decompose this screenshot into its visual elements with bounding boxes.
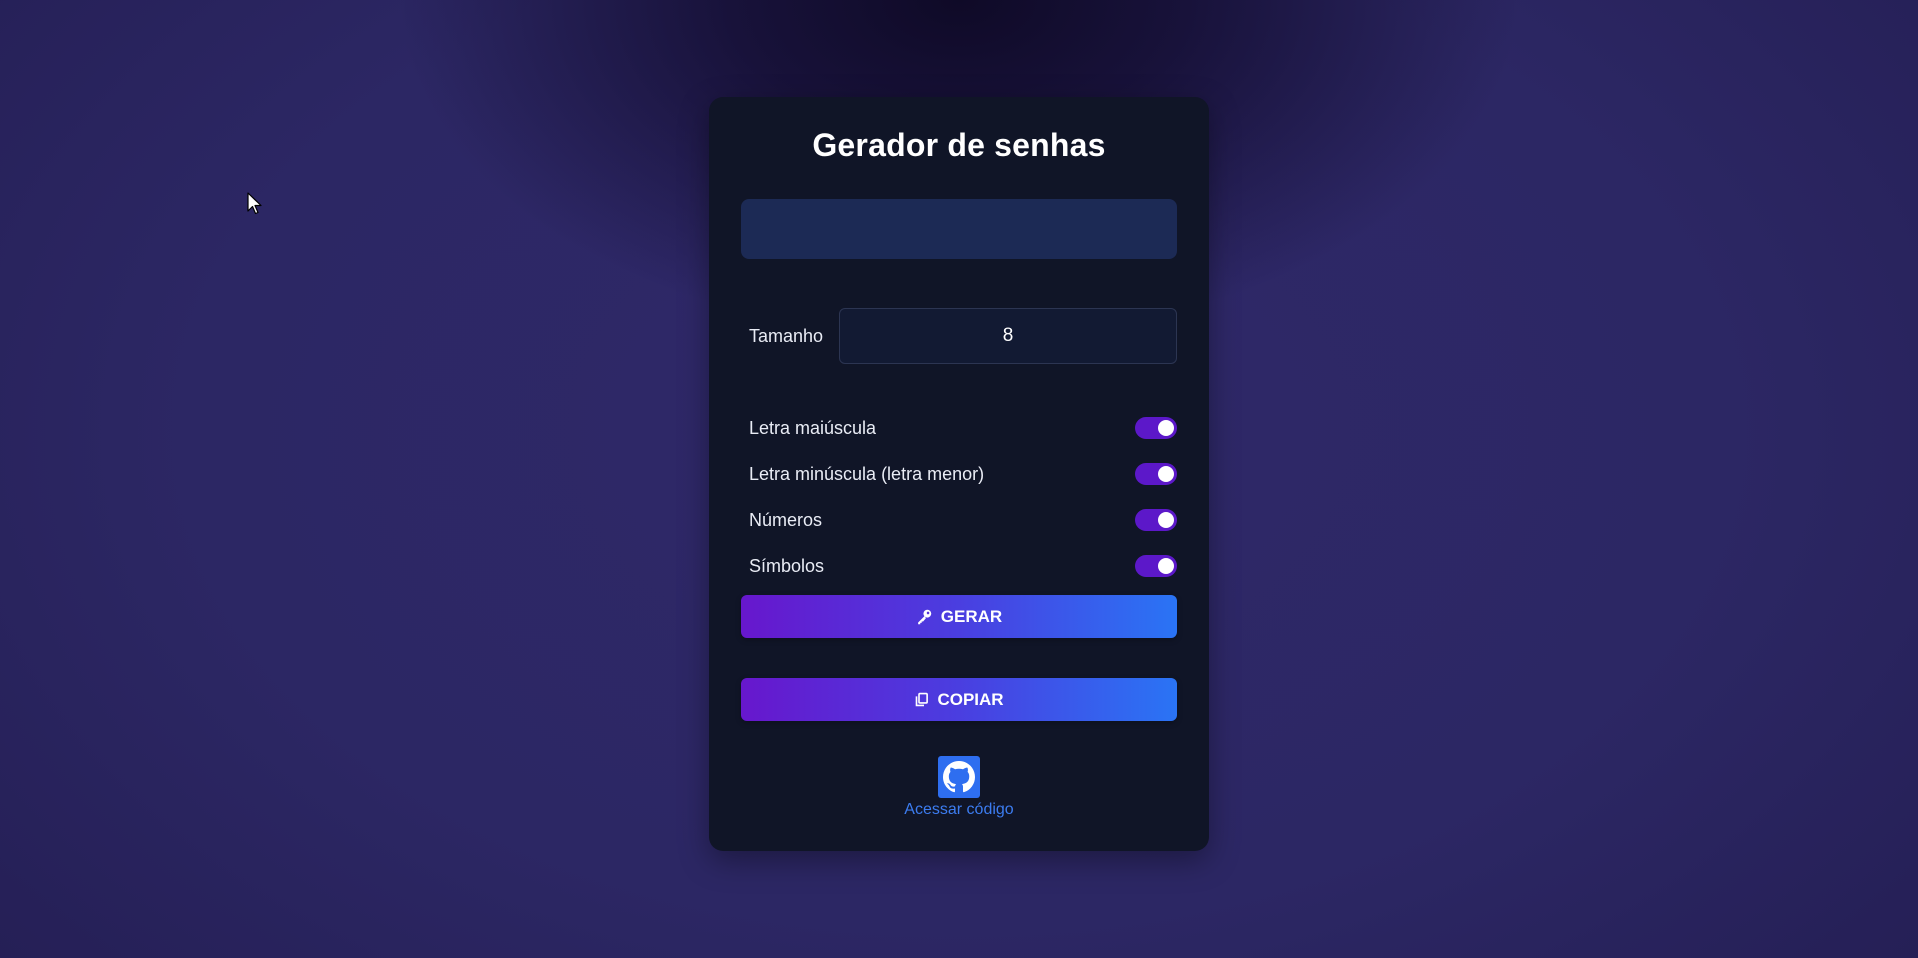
toggle-knob: [1158, 558, 1174, 574]
option-lowercase: Letra minúscula (letra menor): [741, 459, 1177, 489]
toggle-knob: [1158, 420, 1174, 436]
generate-button-label: GERAR: [940, 606, 1003, 626]
copy-button[interactable]: COPIAR: [741, 678, 1177, 721]
generate-button[interactable]: GERAR: [741, 595, 1177, 638]
mouse-cursor-icon: [247, 192, 262, 215]
password-generator-card: Gerador de senhas Tamanho Letra maiúscul…: [709, 97, 1209, 851]
option-label: Números: [749, 510, 823, 530]
copy-icon: [916, 692, 929, 707]
option-label: Letra maiúscula: [749, 418, 877, 438]
key-icon: [917, 609, 932, 625]
toggle-knob: [1158, 512, 1174, 528]
toggle-knob: [1158, 466, 1174, 482]
password-output[interactable]: [741, 199, 1177, 259]
page-title: Gerador de senhas: [812, 127, 1106, 163]
size-label: Tamanho: [749, 326, 824, 346]
access-code-link[interactable]: Acessar código: [709, 801, 1209, 819]
uppercase-toggle[interactable]: [1135, 417, 1177, 439]
symbols-toggle[interactable]: [1135, 555, 1177, 577]
size-input[interactable]: [839, 308, 1177, 364]
numbers-toggle[interactable]: [1135, 509, 1177, 531]
github-link-icon[interactable]: [938, 756, 980, 798]
option-numbers: Números: [741, 505, 1177, 535]
option-label: Letra minúscula (letra menor): [749, 464, 985, 484]
option-symbols: Símbolos: [741, 551, 1177, 581]
option-label: Símbolos: [749, 556, 825, 576]
lowercase-toggle[interactable]: [1135, 463, 1177, 485]
github-icon: [943, 761, 975, 793]
size-row: Tamanho: [741, 308, 1177, 364]
option-uppercase: Letra maiúscula: [741, 413, 1177, 443]
copy-button-label: COPIAR: [937, 689, 1004, 709]
